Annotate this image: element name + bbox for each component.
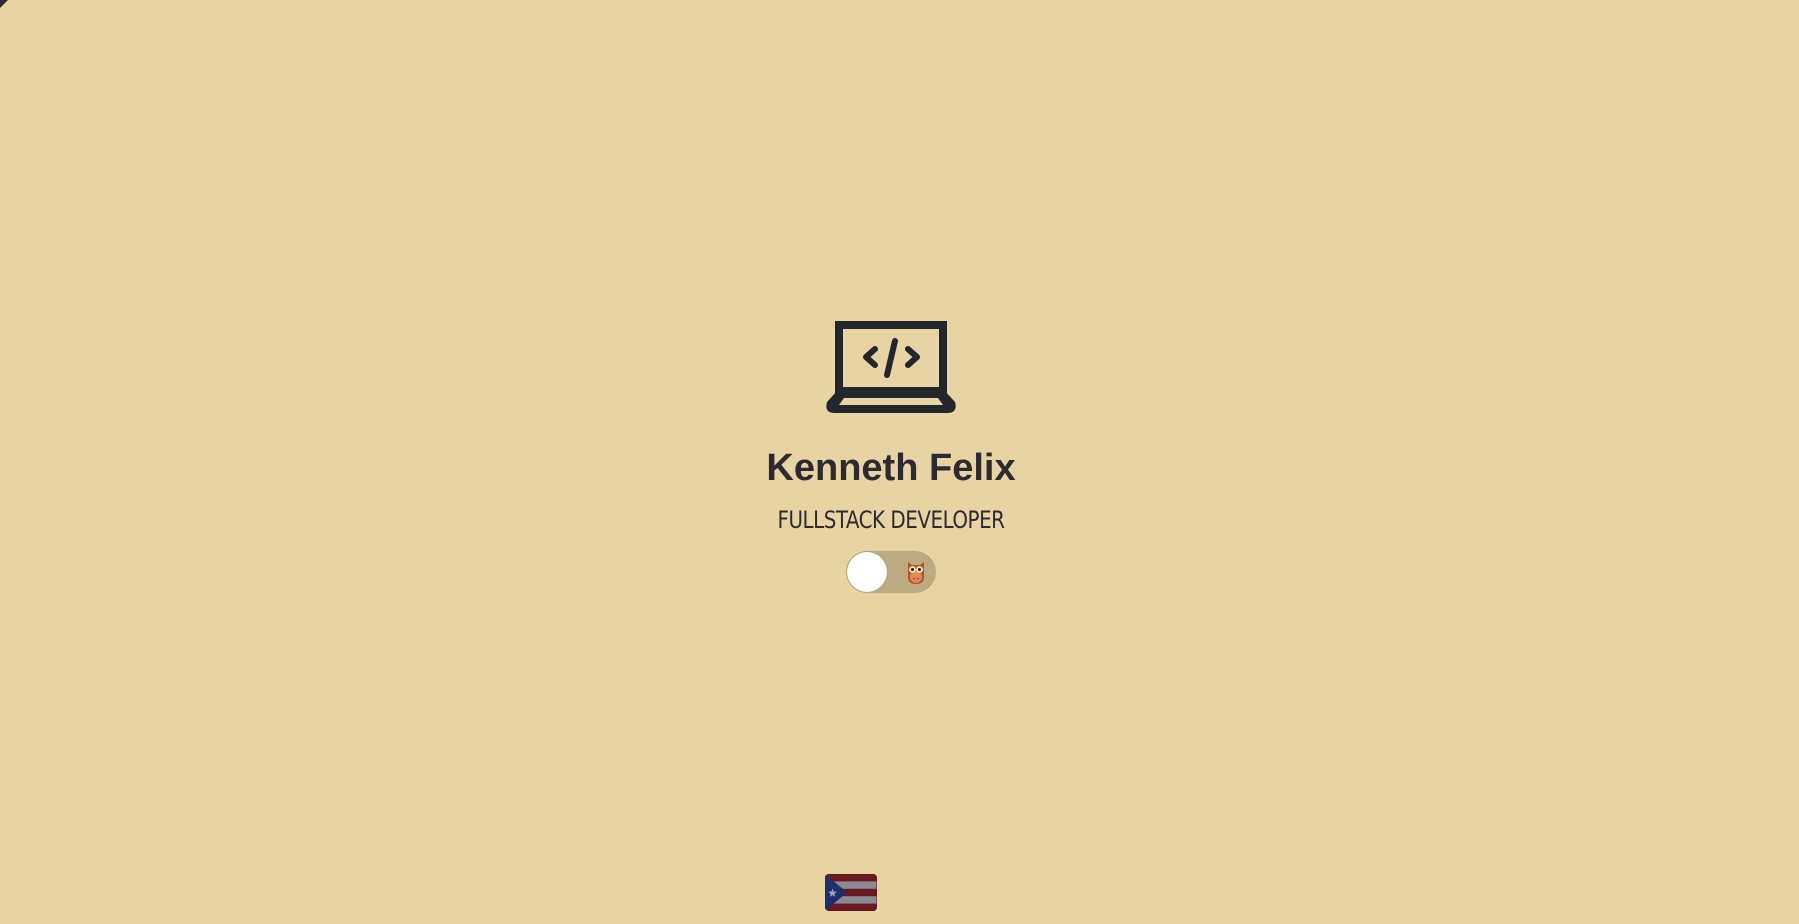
corner-mark [0,0,8,8]
toggle-knob [847,552,887,592]
theme-toggle[interactable] [846,551,936,593]
owl-icon [908,562,924,584]
profile-title: FULLSTACK DEVELOPER [777,506,1005,534]
puerto-rico-flag-icon[interactable] [825,874,877,911]
profile-name: Kenneth Felix [766,447,1016,489]
laptop-code-icon [826,321,956,413]
